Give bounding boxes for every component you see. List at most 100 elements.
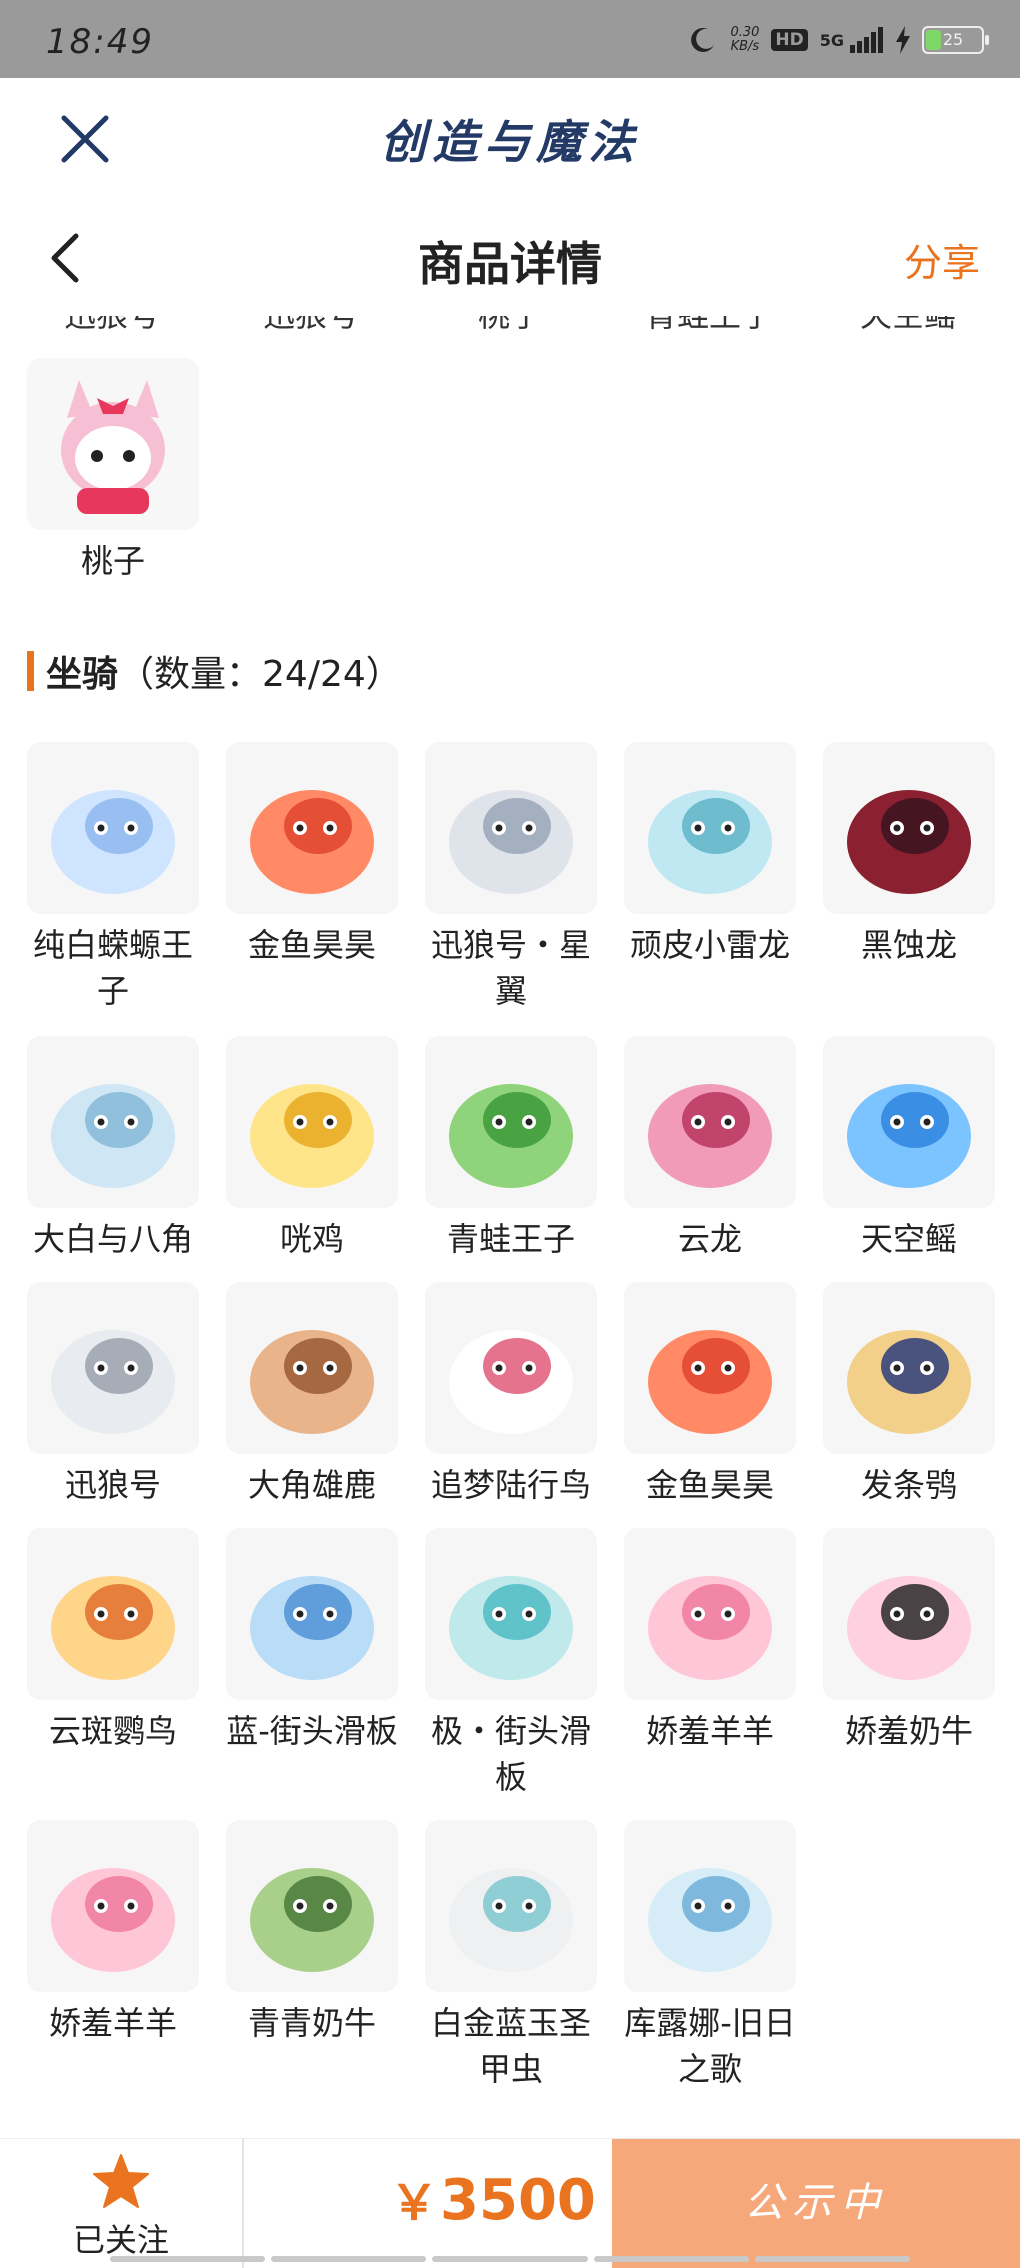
price-value: 3500 [440, 2168, 596, 2233]
mount-name: 库露娜-旧日之歌 [624, 2004, 796, 2088]
mount-image [823, 1528, 995, 1700]
mount-image [823, 1282, 995, 1454]
previous-section-item[interactable]: 桃子 [27, 358, 199, 584]
mount-item[interactable]: 天空鳐 [823, 1036, 995, 1262]
mount-name: 云斑鹦鸟 [48, 1712, 177, 1750]
mount-thumbnail[interactable] [226, 1282, 398, 1454]
mount-item[interactable]: 娇羞羊羊 [624, 1528, 796, 1754]
mount-thumbnail[interactable] [425, 1820, 597, 1992]
mount-image [425, 1036, 597, 1208]
mount-thumbnail[interactable] [425, 1036, 597, 1208]
battery-level: 25 [942, 30, 964, 49]
mount-thumbnail[interactable] [624, 1820, 796, 1992]
mount-name: 天空鳐 [860, 1220, 957, 1258]
cut-off-label: 迅狼号 [27, 316, 197, 336]
mount-item[interactable]: 咣鸡 [226, 1036, 398, 1262]
mount-name: 迅狼号・星翼 [430, 926, 591, 1010]
mount-thumbnail[interactable] [27, 1282, 199, 1454]
mount-thumbnail[interactable] [823, 742, 995, 914]
follow-button[interactable]: 已关注 [0, 2139, 242, 2268]
cut-off-labels: 迅狼号 迅狼号 桃子 青蛙王子 天空鳐 [0, 316, 1020, 334]
mount-name: 咣鸡 [279, 1220, 344, 1258]
mount-thumbnail[interactable] [27, 1036, 199, 1208]
mount-item[interactable]: 极・街头滑板 [425, 1528, 597, 1800]
cut-off-label: 迅狼号 [226, 316, 396, 336]
mount-item[interactable]: 黑蚀龙 [823, 742, 995, 968]
mount-item[interactable]: 云斑鹦鸟 [27, 1528, 199, 1754]
section-accent-bar [27, 651, 34, 691]
mount-name: 蓝-街头滑板 [226, 1712, 398, 1750]
mount-item[interactable]: 蓝-街头滑板 [226, 1528, 398, 1754]
mount-image [27, 742, 199, 914]
star-icon [93, 2154, 149, 2208]
mount-name: 纯白蝾螈王子 [32, 926, 193, 1010]
app-bar: 创造与魔法 [0, 78, 1020, 198]
mount-item[interactable]: 大白与八角 [27, 1036, 199, 1262]
mount-thumbnail[interactable] [624, 1282, 796, 1454]
mount-item[interactable]: 青蛙王子 [425, 1036, 597, 1262]
net-speed: 0.30 KB/s [730, 25, 760, 54]
mount-item[interactable]: 库露娜-旧日之歌 [624, 1820, 796, 2092]
mount-thumbnail[interactable] [226, 1528, 398, 1700]
mount-item[interactable]: 追梦陆行鸟 [425, 1282, 597, 1508]
hd-badge: HD [771, 29, 808, 51]
cut-off-label: 青蛙王子 [624, 316, 794, 336]
mount-item[interactable]: 云龙 [624, 1036, 796, 1262]
mount-thumbnail[interactable] [226, 1820, 398, 1992]
mount-name: 迅狼号 [64, 1466, 161, 1504]
mount-item[interactable]: 迅狼号・星翼 [425, 742, 597, 1014]
item-thumbnail[interactable] [27, 358, 199, 530]
mount-name: 云龙 [677, 1220, 742, 1258]
mount-thumbnail[interactable] [823, 1528, 995, 1700]
mount-image [823, 1036, 995, 1208]
mount-name: 青青奶牛 [247, 2004, 376, 2042]
share-button[interactable]: 分享 [904, 232, 980, 287]
mount-thumbnail[interactable] [226, 742, 398, 914]
mount-thumbnail[interactable] [425, 742, 597, 914]
mount-item[interactable]: 大角雄鹿 [226, 1282, 398, 1508]
public-notice-button[interactable]: 公示中 [612, 2139, 1020, 2268]
mount-name: 顽皮小雷龙 [629, 926, 790, 964]
mount-name: 金鱼昊昊 [645, 1466, 774, 1504]
mount-item[interactable]: 发条鸮 [823, 1282, 995, 1508]
page-title: 商品详情 [418, 237, 602, 291]
mount-thumbnail[interactable] [27, 1820, 199, 1992]
signal-icon [850, 27, 884, 53]
mount-thumbnail[interactable] [823, 1282, 995, 1454]
mount-thumbnail[interactable] [425, 1282, 597, 1454]
mount-item[interactable]: 金鱼昊昊 [226, 742, 398, 968]
system-status-bar: 18:49 0.30 KB/s HD 5G 25 [0, 0, 1020, 78]
app-title: 创造与魔法 [380, 115, 640, 169]
mount-item[interactable]: 金鱼昊昊 [624, 1282, 796, 1508]
battery-icon: 25 [922, 26, 989, 54]
item-name: 桃子 [80, 542, 145, 580]
mount-thumbnail[interactable] [425, 1528, 597, 1700]
mount-item[interactable]: 娇羞羊羊 [27, 1820, 199, 2046]
mount-thumbnail[interactable] [27, 742, 199, 914]
mount-item[interactable]: 顽皮小雷龙 [624, 742, 796, 968]
mount-item[interactable]: 青青奶牛 [226, 1820, 398, 2046]
mount-thumbnail[interactable] [27, 1528, 199, 1700]
mount-item[interactable]: 迅狼号 [27, 1282, 199, 1508]
mount-image [425, 1528, 597, 1700]
cut-off-label: 桃子 [425, 316, 595, 336]
mount-image [226, 1282, 398, 1454]
mount-thumbnail[interactable] [624, 1036, 796, 1208]
mount-thumbnail[interactable] [226, 1036, 398, 1208]
mount-item[interactable]: 白金蓝玉圣甲虫 [425, 1820, 597, 2092]
mount-image [425, 742, 597, 914]
currency-symbol: ￥ [390, 2175, 439, 2231]
section-count: （数量：24/24） [118, 654, 402, 695]
section-header-mounts: 坐骑 （数量：24/24） [27, 646, 402, 696]
mount-image [624, 1036, 796, 1208]
charging-icon [896, 26, 910, 54]
mount-item[interactable]: 纯白蝾螈王子 [27, 742, 199, 1014]
follow-label: 已关注 [72, 2221, 169, 2259]
mount-thumbnail[interactable] [624, 1528, 796, 1700]
mount-image [624, 1820, 796, 1992]
page-header: 商品详情 分享 [0, 198, 1020, 316]
mount-thumbnail[interactable] [624, 742, 796, 914]
mount-thumbnail[interactable] [823, 1036, 995, 1208]
product-detail-content[interactable]: 桃子 坐骑 （数量：24/24） 纯白蝾螈王子 金鱼昊昊 迅狼号・星翼 顽皮小雷龙 黑蚀… [0, 316, 1020, 2138]
mount-item[interactable]: 娇羞奶牛 [823, 1528, 995, 1754]
